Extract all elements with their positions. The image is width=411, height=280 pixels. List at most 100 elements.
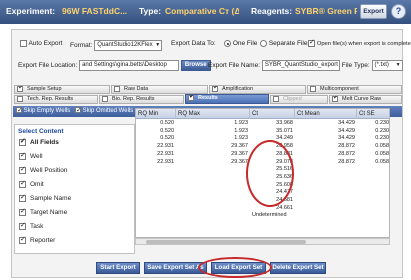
select-content-pane: Select Content All Fields Well Well Posi… <box>14 124 135 254</box>
select-content-title: Select Content <box>18 128 64 135</box>
field-checkbox[interactable] <box>19 207 26 217</box>
field-well-position[interactable]: Well Position <box>19 165 67 176</box>
field-reporter[interactable]: Reporter <box>19 235 55 246</box>
horizontal-scrollbar[interactable] <box>135 238 390 245</box>
type-value: Comparative Cт (ΔΔ... <box>165 6 239 16</box>
tab-tech-rep-results[interactable]: Tech. Rep. Results <box>14 95 98 104</box>
separate-files-radio[interactable] <box>260 40 267 47</box>
table-cell <box>176 212 250 219</box>
table-cell: 0.058 <box>375 158 389 165</box>
tab-results[interactable]: Results <box>185 94 269 104</box>
file-type-label: File Type: <box>341 62 370 70</box>
field-checkbox[interactable] <box>19 151 26 161</box>
table-header: RQ Min RQ Max Ct Ct Mean Ct SE <box>136 109 389 119</box>
table-cell <box>295 197 357 204</box>
file-location-input[interactable]: and Settings\gina.betts\Desktop <box>79 60 180 71</box>
field-all-fields[interactable]: All Fields <box>19 137 59 148</box>
chevron-down-icon: ▼ <box>395 62 401 68</box>
help-icon[interactable]: ? <box>391 4 406 19</box>
field-checkbox[interactable] <box>19 193 26 203</box>
start-export-button[interactable]: Start Export <box>96 262 140 274</box>
table-cell <box>176 205 250 212</box>
field-target-name[interactable]: Target Name <box>19 207 67 218</box>
tab-multicomponent[interactable]: Multicomponent <box>307 85 402 94</box>
tab-raw-data[interactable]: Raw Data <box>111 85 208 94</box>
table-cell <box>295 205 357 212</box>
auto-export-option[interactable]: Auto Export <box>20 40 62 47</box>
tab-melt-curve-raw[interactable]: Melt Curve Raw <box>329 95 402 104</box>
auto-export-checkbox[interactable] <box>20 40 27 47</box>
separate-files-option[interactable]: Separate Files <box>260 40 311 47</box>
experiment-label: Experiment: <box>6 6 56 16</box>
table-cell <box>136 205 176 212</box>
table-cell <box>295 212 357 219</box>
tab-checkbox[interactable] <box>17 86 24 92</box>
table-cell: 29.367 <box>231 158 248 165</box>
delete-export-set-button[interactable]: Delete Export Set <box>270 262 326 274</box>
skip-empty-wells-option[interactable]: Skip Empty Wells <box>16 105 70 117</box>
table-cell: Undetermined <box>252 212 287 219</box>
load-button-highlight-annotation <box>198 257 272 278</box>
tab-checkbox[interactable] <box>273 96 279 102</box>
one-file-radio[interactable] <box>224 40 231 47</box>
field-task[interactable]: Task <box>19 221 43 232</box>
reagents-value: SYBR® Green R... <box>295 6 357 16</box>
column-header-rq-min[interactable]: RQ Min <box>136 109 176 119</box>
field-omit[interactable]: Omit <box>19 179 44 190</box>
browse-button[interactable]: Browse <box>180 60 211 71</box>
scrollbar-thumb[interactable] <box>146 240 306 244</box>
table-cell <box>176 166 250 173</box>
skip-omitted-wells-option[interactable]: Skip Omitted Wells <box>75 105 133 117</box>
tab-checkbox[interactable] <box>188 95 195 101</box>
table-cell <box>357 182 389 189</box>
tab-clipped[interactable]: Clipped <box>270 95 328 104</box>
table-cell <box>357 212 389 219</box>
one-file-option[interactable]: One File <box>224 40 257 47</box>
tab-amplification[interactable]: Amplification <box>209 85 306 94</box>
table-cell: 33.968 <box>276 120 293 126</box>
field-checkbox[interactable] <box>19 165 26 175</box>
tab-checkbox[interactable] <box>212 86 219 92</box>
file-type-select[interactable]: (*.txt) ▼ <box>371 60 403 71</box>
tab-checkbox[interactable] <box>332 96 339 102</box>
table-cell: 22.931 <box>157 150 174 157</box>
format-select[interactable]: QuantStudio12KFlex ▼ <box>94 40 163 51</box>
tab-checkbox[interactable] <box>102 96 108 102</box>
table-cell: 22.931 <box>157 158 174 165</box>
table-cell: 35.071 <box>276 127 293 134</box>
tab-checkbox[interactable] <box>17 96 23 102</box>
field-checkbox[interactable] <box>19 221 26 231</box>
open-files-checkbox[interactable] <box>308 38 315 47</box>
field-sample-name[interactable]: Sample Name <box>19 193 71 204</box>
table-cell: 28.872 <box>338 158 355 165</box>
skip-omitted-wells-checkbox[interactable] <box>75 105 82 116</box>
type-label: Type: <box>139 6 162 16</box>
column-header-ct[interactable]: Ct <box>250 109 295 119</box>
column-header-ct-mean[interactable]: Ct Mean <box>295 109 357 119</box>
export-button[interactable]: Export <box>360 4 387 19</box>
table-cell: 34.429 <box>338 120 355 126</box>
table-cell <box>176 197 250 204</box>
field-well[interactable]: Well <box>19 151 43 162</box>
column-header-rq-max[interactable]: RQ Max <box>176 109 250 119</box>
tab-bio-rep-results[interactable]: Bio. Rep. Results <box>99 95 184 104</box>
file-name-input[interactable]: SYBR_QuantStudio_export <box>261 60 340 71</box>
table-cell <box>357 174 389 181</box>
format-group: Format: QuantStudio12KFlex ▼ <box>70 40 163 51</box>
skip-empty-wells-checkbox[interactable] <box>16 105 23 116</box>
table-cell: 1.923 <box>234 127 248 134</box>
table-cell <box>176 174 250 181</box>
open-files-option[interactable]: Open file(s) when export is complete <box>308 38 411 47</box>
table-cell: 34.429 <box>338 135 355 142</box>
table-cell: 0.520 <box>160 127 174 134</box>
field-checkbox[interactable] <box>19 137 26 147</box>
chevron-down-icon: ▼ <box>155 42 161 48</box>
tab-checkbox[interactable] <box>114 86 120 92</box>
file-location-label: Export File Location: <box>18 62 78 70</box>
field-checkbox[interactable] <box>19 235 26 245</box>
tab-checkbox[interactable] <box>310 86 316 92</box>
field-checkbox[interactable] <box>19 179 26 189</box>
table-cell <box>295 174 357 181</box>
tab-sample-setup[interactable]: Sample Setup <box>14 85 110 94</box>
column-header-ct-se[interactable]: Ct SE <box>357 109 389 119</box>
